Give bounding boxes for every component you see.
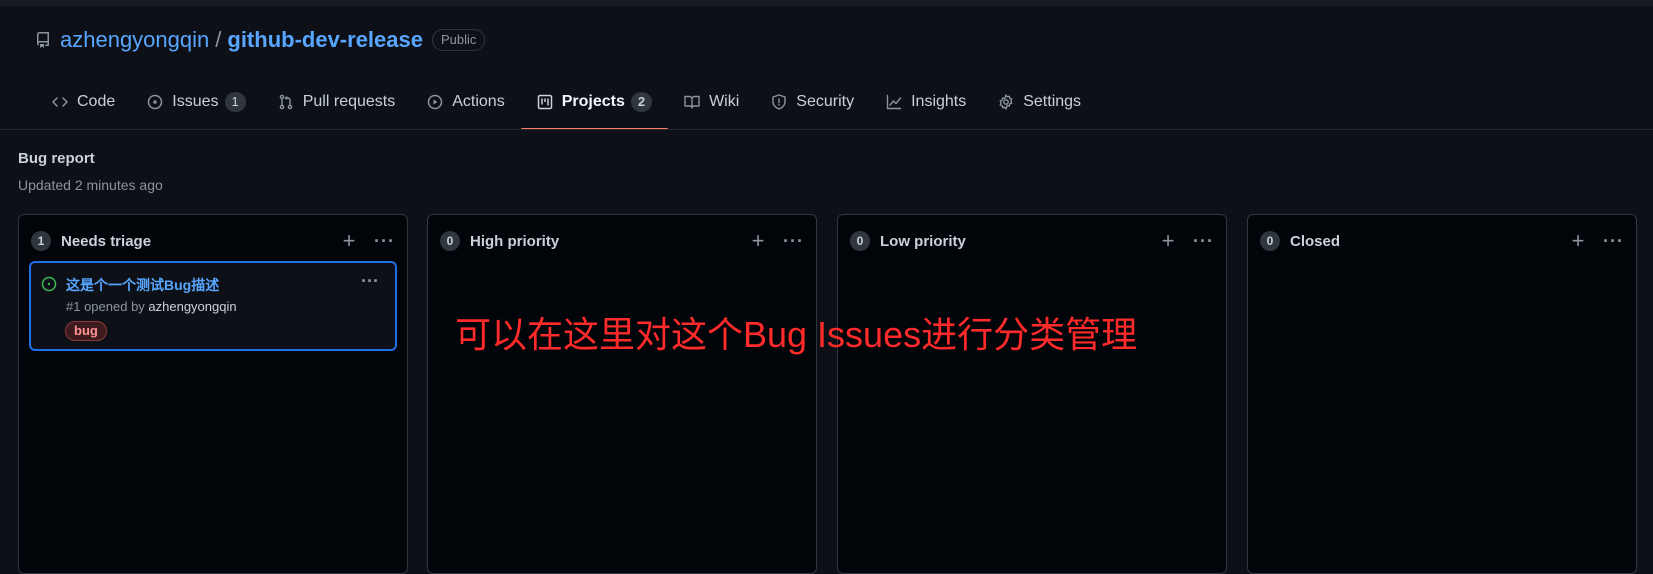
column-name: Closed xyxy=(1290,232,1341,250)
tab-wiki[interactable]: Wiki xyxy=(668,86,755,118)
column-header: 1 Needs triage + ··· xyxy=(31,229,395,253)
tab-actions[interactable]: Actions xyxy=(411,86,520,118)
repo-name-link[interactable]: github-dev-release xyxy=(227,27,423,53)
column-low-priority: 0 Low priority + ··· xyxy=(837,214,1227,574)
repo-separator: / xyxy=(215,27,222,52)
tab-code[interactable]: Code xyxy=(36,86,131,118)
tab-label: Wiki xyxy=(709,93,740,110)
column-count: 0 xyxy=(440,231,460,251)
tab-label: Projects xyxy=(561,93,625,110)
tab-counter: 1 xyxy=(224,92,246,112)
tab-issues[interactable]: Issues 1 xyxy=(131,86,261,118)
kebab-menu-icon[interactable]: ··· xyxy=(1603,232,1624,250)
column-header: 0 Low priority + ··· xyxy=(850,229,1214,253)
git-pull-request-icon xyxy=(278,94,294,110)
project-title: Bug report xyxy=(18,150,95,167)
column-name: High priority xyxy=(470,232,560,250)
repo-icon xyxy=(35,32,51,48)
card-kebab-menu-icon[interactable]: ··· xyxy=(361,271,379,292)
tab-label: Actions xyxy=(452,93,505,110)
column-count: 0 xyxy=(850,231,870,251)
tab-security[interactable]: Security xyxy=(755,86,870,118)
issue-meta-prefix: #1 opened by xyxy=(66,299,149,314)
tab-label: Pull requests xyxy=(302,93,396,110)
column-header: 0 High priority + ··· xyxy=(440,229,804,253)
repo-header: azhengyongqin / github-dev-release Publi… xyxy=(35,27,486,53)
visibility-badge: Public xyxy=(431,29,486,51)
column-count: 1 xyxy=(31,231,51,251)
tab-insights[interactable]: Insights xyxy=(870,86,982,118)
issue-author-link[interactable]: azhengyongqin xyxy=(148,299,236,314)
project-updated: Updated 2 minutes ago xyxy=(18,177,163,193)
top-strip xyxy=(0,0,1653,6)
issue-title-link[interactable]: 这是个一个测试Bug描述 xyxy=(66,275,219,295)
issue-opened-icon xyxy=(147,94,163,110)
add-card-icon[interactable]: + xyxy=(1157,230,1179,252)
graph-icon xyxy=(886,94,902,110)
project-icon xyxy=(537,94,553,110)
gear-icon xyxy=(998,94,1014,110)
tab-label: Security xyxy=(796,93,855,110)
issue-meta: #1 opened by azhengyongqin xyxy=(66,299,237,314)
column-count: 0 xyxy=(1260,231,1280,251)
kebab-menu-icon[interactable]: ··· xyxy=(374,232,395,250)
column-needs-triage: 1 Needs triage + ··· 这是个一个测试Bug描述 ··· #1… xyxy=(18,214,408,574)
column-high-priority: 0 High priority + ··· xyxy=(427,214,817,574)
issue-card[interactable]: 这是个一个测试Bug描述 ··· #1 opened by azhengyong… xyxy=(29,261,397,351)
add-card-icon[interactable]: + xyxy=(1567,230,1589,252)
kebab-menu-icon[interactable]: ··· xyxy=(1193,232,1214,250)
tab-label: Insights xyxy=(911,93,967,110)
play-icon xyxy=(427,94,443,110)
tab-pull-requests[interactable]: Pull requests xyxy=(262,86,412,118)
code-icon xyxy=(52,94,68,110)
tab-label: Settings xyxy=(1023,93,1082,110)
issue-opened-icon xyxy=(41,276,57,292)
book-icon xyxy=(684,94,700,110)
repo-tabs: Code Issues 1 Pull requests Actions Proj… xyxy=(36,86,1097,130)
tab-settings[interactable]: Settings xyxy=(982,86,1097,118)
add-card-icon[interactable]: + xyxy=(338,230,360,252)
column-header: 0 Closed + ··· xyxy=(1260,229,1624,253)
tabs-divider xyxy=(0,129,1653,130)
column-name: Low priority xyxy=(880,232,966,250)
kebab-menu-icon[interactable]: ··· xyxy=(783,232,804,250)
tab-projects[interactable]: Projects 2 xyxy=(520,86,669,130)
shield-icon xyxy=(771,94,787,110)
bug-label[interactable]: bug xyxy=(65,321,107,341)
tab-counter: 2 xyxy=(630,92,653,112)
add-card-icon[interactable]: + xyxy=(747,230,769,252)
tab-label: Issues xyxy=(172,93,219,110)
column-closed: 0 Closed + ··· xyxy=(1247,214,1637,574)
column-name: Needs triage xyxy=(61,232,152,250)
tab-label: Code xyxy=(77,93,116,110)
repo-owner-link[interactable]: azhengyongqin xyxy=(60,27,209,53)
annotation-text: 可以在这里对这个Bug Issues进行分类管理 xyxy=(455,314,1138,355)
